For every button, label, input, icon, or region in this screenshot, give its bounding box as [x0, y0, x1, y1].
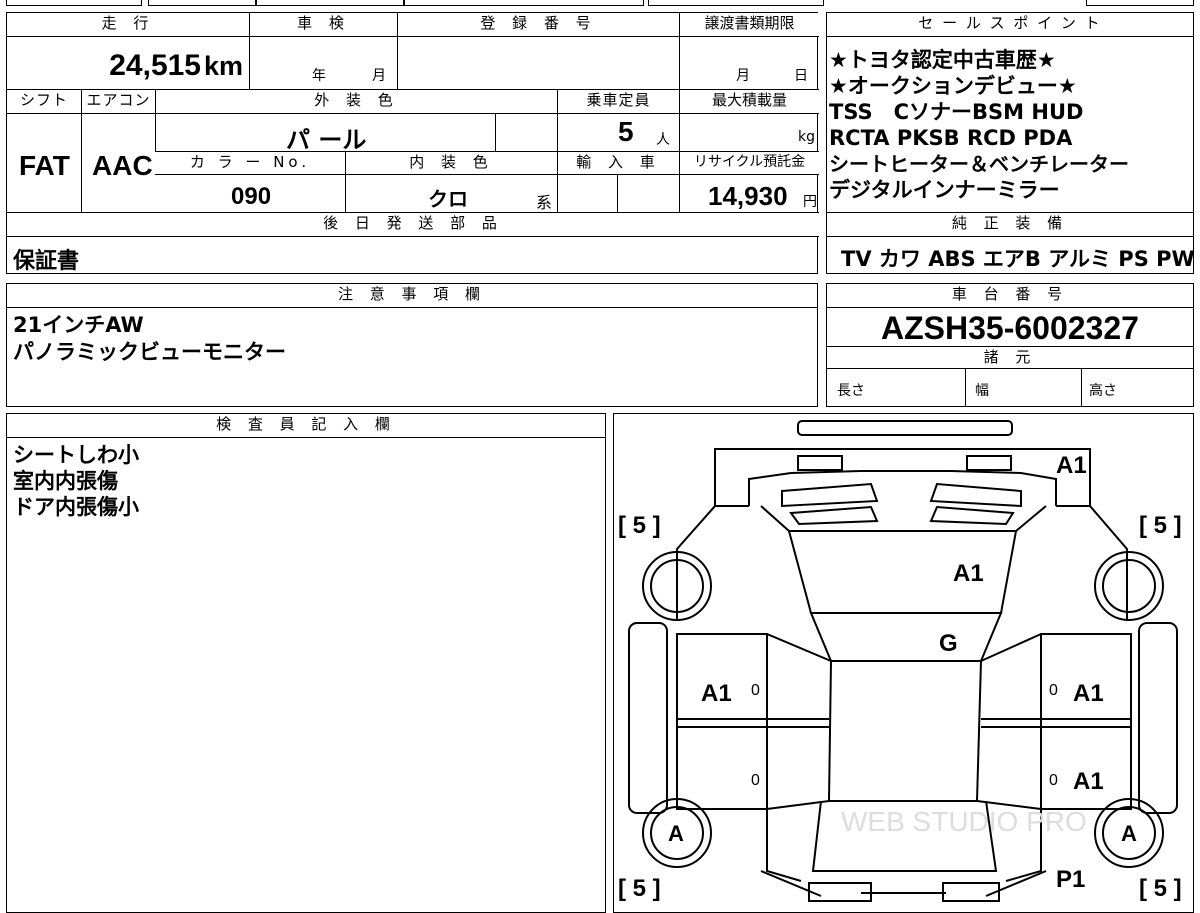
header-chassis: 車 台 番 号	[827, 284, 1193, 308]
sales-point-line: シートヒーター＆ベンチレーター	[829, 152, 1129, 176]
tire-depth-top-left: [ 5 ]	[618, 512, 661, 539]
interior-suffix: 系	[536, 193, 553, 212]
chassis-number: AZSH35-6002327	[881, 310, 1139, 346]
shift-value: FAT	[19, 150, 70, 181]
transfer-month: 月	[736, 68, 750, 84]
color-no-value: 090	[231, 183, 272, 210]
header-aircon: エアコン	[81, 90, 155, 114]
car-diagram-panel: WEB STUDIO PRO [ 5 ] [ 5 ] [ 5 ] [ 5 ] A…	[613, 413, 1194, 913]
sales-point-line: デジタルインナーミラー	[829, 178, 1060, 202]
capacity-unit: 人	[656, 132, 670, 148]
mark-windshield: G	[939, 630, 958, 657]
max-load-unit: kg	[798, 129, 815, 145]
header-mileage: 走 行	[7, 13, 249, 37]
tire-depth-top-right: [ 5 ]	[1139, 512, 1182, 539]
later-parts-value: 保証書	[13, 249, 80, 274]
zero-mark: 0	[1049, 772, 1058, 789]
inspection-month: 月	[372, 68, 386, 84]
equipment-value: TV カワ ABS エアB アルミ PS PW	[841, 247, 1195, 271]
spec-width: 幅	[975, 383, 989, 399]
spec-length: 長さ	[837, 383, 865, 399]
header-capacity: 乗車定員	[557, 90, 679, 114]
inspector-line: 室内内張傷	[13, 469, 118, 493]
zero-mark: 0	[751, 772, 760, 789]
import-cell-a	[557, 175, 617, 212]
recycle-unit: 円	[803, 194, 817, 210]
notes-panel: 注 意 事 項 欄 21インチAW パノラミックビューモニター	[6, 283, 818, 407]
mark-roof: A1	[953, 560, 984, 587]
registration-value	[397, 37, 679, 89]
sales-point-line: TSS CソナーBSM HUD	[829, 100, 1084, 124]
header-exterior-color: 外 装 色	[155, 90, 557, 114]
header-sales-points: セ ー ル ス ポ イ ン ト	[827, 13, 1193, 37]
inspector-line: シートしわ小	[13, 443, 139, 467]
mark-right-rear-door: A1	[1073, 768, 1104, 795]
exterior-extra-cell	[495, 114, 557, 151]
import-cell-b	[617, 175, 679, 212]
sales-point-line: ★オークションデビュー★	[829, 74, 1077, 98]
aircon-value: AAC	[92, 150, 153, 181]
recycle-value: 14,930	[708, 181, 788, 211]
watermark-text: WEB STUDIO PRO	[841, 806, 1087, 837]
header-import: 輸 入 車	[557, 152, 679, 175]
header-notes: 注 意 事 項 欄	[7, 284, 817, 308]
header-specs: 諸 元	[827, 347, 1193, 369]
mark-right-front-wheel: A	[1121, 821, 1137, 846]
tire-depth-bottom-right: [ 5 ]	[1139, 875, 1182, 902]
exterior-color-value: パ ール	[286, 126, 367, 154]
notes-line: 21インチAW	[13, 313, 144, 337]
zero-mark: 0	[751, 682, 760, 699]
sales-points-list: ★トヨタ認定中古車歴★ ★オークションデビュー★ TSS CソナーBSM HUD…	[829, 47, 1191, 203]
zero-mark: 0	[1049, 682, 1058, 699]
header-shift: シフト	[7, 90, 81, 114]
spec-height: 高さ	[1089, 383, 1117, 399]
header-later-parts: 後 日 発 送 部 品	[7, 213, 819, 237]
mark-front-bumper: P1	[1056, 866, 1085, 893]
notes-line: パノラミックビューモニター	[13, 340, 286, 364]
header-equipment: 純 正 装 備	[827, 213, 1193, 237]
inspector-panel: 検 査 員 記 入 欄 シートしわ小 室内内張傷 ドア内張傷小	[6, 413, 606, 913]
header-max-load: 最大積載量	[679, 90, 819, 114]
mileage-unit: km	[203, 51, 243, 81]
chassis-panel: 車 台 番 号 AZSH35-6002327 諸 元 長さ 幅 高さ	[826, 283, 1194, 407]
mark-rear-top: A1	[1056, 452, 1087, 479]
mark-left-front-wheel: A	[668, 821, 684, 846]
inspector-line: ドア内張傷小	[13, 495, 139, 519]
car-diagram: WEB STUDIO PRO [ 5 ] [ 5 ] [ 5 ] [ 5 ] A…	[618, 420, 1182, 902]
transfer-day: 日	[794, 68, 808, 84]
header-interior-color: 内 装 色	[345, 152, 557, 175]
header-inspection: 車 検	[249, 13, 397, 37]
sales-point-line: ★トヨタ認定中古車歴★	[829, 48, 1056, 72]
header-registration: 登 録 番 号	[397, 13, 679, 37]
spec-table: 走 行 車 検 登 録 番 号 譲渡書類期限 24,515 km 年 月 月 日…	[6, 12, 819, 274]
header-color-no: カ ラ ー No.	[155, 152, 345, 175]
sales-points-panel: セ ー ル ス ポ イ ン ト ★トヨタ認定中古車歴★ ★オークションデビュー★…	[826, 12, 1195, 274]
mark-right-front-door: A1	[1073, 680, 1104, 707]
inspection-year: 年	[312, 68, 326, 84]
mark-left-front-door: A1	[701, 680, 732, 707]
sales-point-line: RCTA PKSB RCD PDA	[829, 126, 1073, 150]
mileage-value: 24,515	[109, 49, 201, 82]
tire-depth-bottom-left: [ 5 ]	[618, 875, 661, 902]
header-recycle: リサイクル預託金	[679, 152, 819, 175]
capacity-value: 5	[618, 116, 634, 147]
top-partial-row	[6, 0, 1194, 6]
interior-color-value: クロ	[428, 187, 468, 211]
header-transfer-docs: 譲渡書類期限	[679, 13, 819, 37]
header-inspector: 検 査 員 記 入 欄	[7, 414, 605, 438]
